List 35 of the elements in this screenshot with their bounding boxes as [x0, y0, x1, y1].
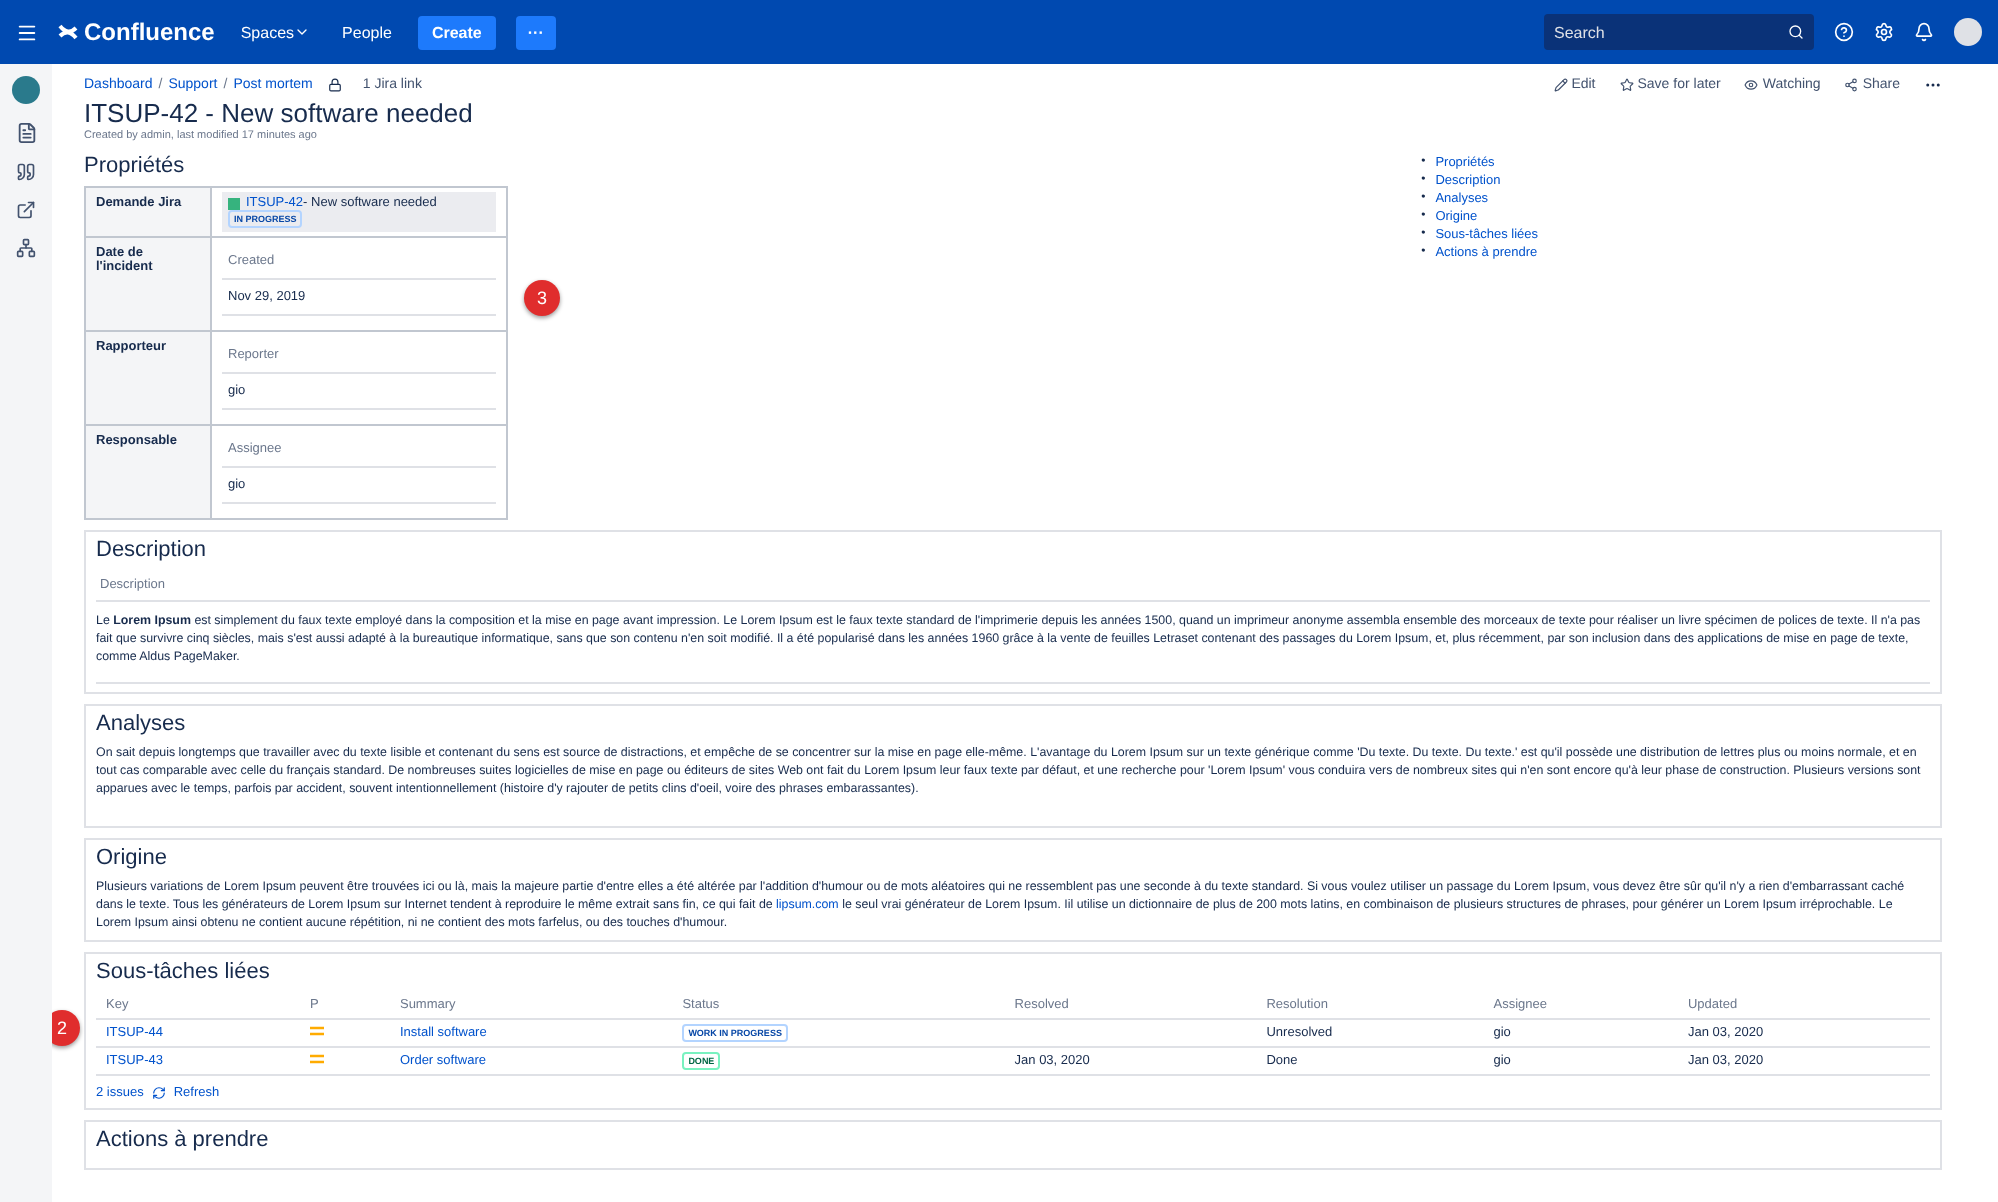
- section-heading: Sous-tâches liées: [96, 960, 272, 984]
- lock-icon: [328, 78, 343, 92]
- space-logo[interactable]: [12, 76, 40, 104]
- nav-menu[interactable]: People: [336, 19, 398, 45]
- avatar[interactable]: [1954, 18, 1982, 46]
- eye-icon: [1744, 78, 1759, 92]
- external-link-icon[interactable]: [16, 200, 36, 220]
- more-button[interactable]: ···: [515, 15, 556, 49]
- search-field[interactable]: Search: [1544, 14, 1814, 50]
- brand-logo: Confluence: [58, 18, 215, 46]
- star-icon: [1619, 78, 1634, 92]
- help-icon[interactable]: [1834, 22, 1854, 42]
- hierarchy-icon[interactable]: [16, 238, 36, 258]
- notifications-icon[interactable]: [1914, 22, 1934, 42]
- search-icon: [1788, 24, 1804, 40]
- section-heading: Analyses: [96, 712, 188, 736]
- section-heading: Origine: [96, 846, 169, 870]
- section-heading: Actions à prendre: [96, 1128, 271, 1152]
- share-icon: [1844, 78, 1859, 92]
- create-button[interactable]: Create: [417, 15, 496, 49]
- pages-icon[interactable]: [15, 122, 37, 144]
- priority-icon: [310, 1026, 324, 1036]
- step-marker: 2: [52, 1010, 80, 1046]
- menu-icon[interactable]: [16, 21, 38, 43]
- nav-menu[interactable]: Spaces: [234, 19, 317, 45]
- edit-icon: [1553, 78, 1568, 92]
- section-heading: Propriétés: [84, 154, 187, 178]
- section-heading: Description: [96, 538, 209, 562]
- page-title: ITSUP-42 - New software needed: [84, 98, 475, 128]
- refresh-icon[interactable]: [151, 1086, 166, 1100]
- priority-icon: [310, 1054, 324, 1064]
- issue-type-icon: [228, 197, 240, 209]
- step-marker: 3: [524, 280, 560, 316]
- settings-icon[interactable]: [1874, 22, 1894, 42]
- quote-icon[interactable]: [16, 162, 36, 182]
